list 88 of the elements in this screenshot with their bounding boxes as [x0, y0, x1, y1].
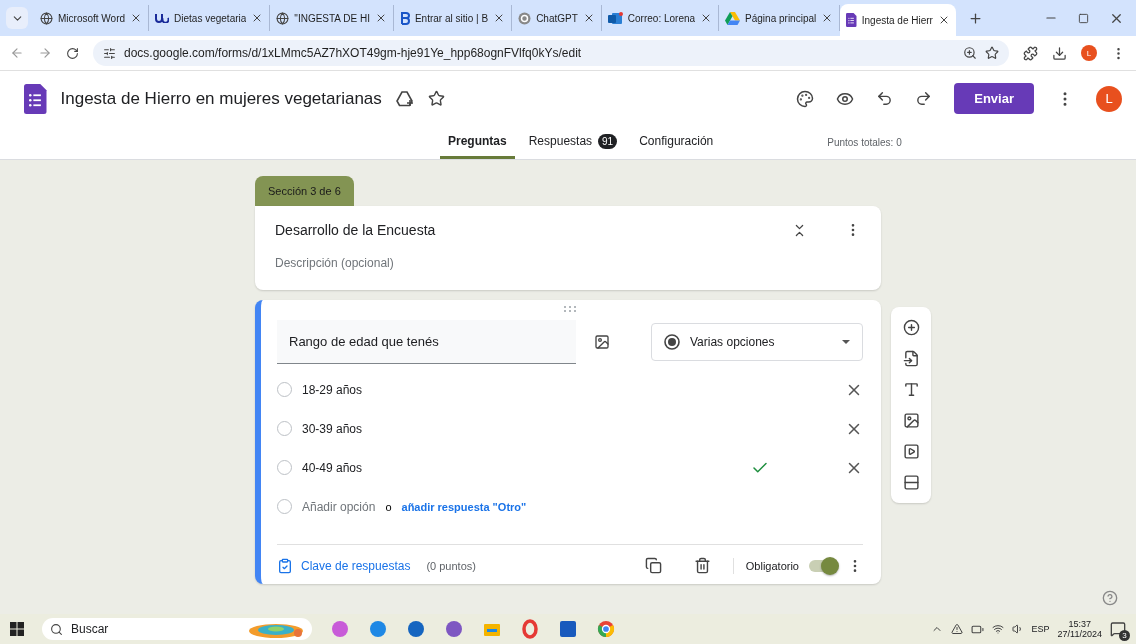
required-label: Obligatorio	[745, 559, 799, 572]
answer-key-icon[interactable]	[277, 557, 293, 574]
browser-tab[interactable]: Ingesta de Hierr	[840, 4, 956, 36]
question-title-field[interactable]: Rango de edad que tenés	[277, 320, 576, 364]
back-icon[interactable]	[10, 46, 24, 60]
app-icon[interactable]	[368, 619, 388, 639]
wifi-icon	[991, 623, 1004, 635]
import-icon[interactable]	[902, 350, 920, 367]
new-tab-icon[interactable]	[967, 10, 983, 26]
image-icon[interactable]	[902, 412, 920, 429]
alert-icon[interactable]	[950, 623, 963, 635]
logo-icon	[518, 11, 532, 25]
section-title[interactable]: Desarrollo de la Encuesta	[275, 222, 782, 238]
site-info-icon	[103, 46, 116, 60]
section-badge: Sección 3 de 6	[255, 176, 354, 206]
profile-avatar[interactable]: L	[1096, 85, 1122, 112]
logo-icon	[399, 11, 410, 25]
forms-logo-icon	[846, 13, 857, 27]
bookmark-star-icon[interactable]	[985, 46, 999, 60]
volume-icon	[1011, 623, 1024, 635]
browser-tab[interactable]: Dietas vegetaria	[149, 5, 271, 31]
profile-avatar[interactable]: L	[1081, 45, 1097, 61]
duplicate-icon[interactable]	[644, 557, 662, 574]
notification-icon[interactable]	[1110, 621, 1126, 637]
total-points: Puntos totales: 0	[827, 137, 902, 148]
app-icon[interactable]	[406, 619, 426, 639]
form-title: Ingesta de Hierro en mujeres vegetarianas	[60, 88, 382, 109]
browser-tab[interactable]: ChatGPT	[512, 5, 602, 31]
app-icon[interactable]	[520, 619, 540, 639]
clock-time: 15:37	[1068, 619, 1092, 629]
form-tab[interactable]: Configuración	[631, 126, 722, 159]
star-icon[interactable]	[427, 90, 445, 107]
option-label[interactable]: 18-29 años	[302, 382, 741, 397]
send-button[interactable]: Enviar	[954, 83, 1034, 114]
drive-icon	[725, 11, 741, 25]
browser-tab[interactable]: "INGESTA DE HI	[270, 5, 394, 31]
help-icon[interactable]	[1102, 590, 1118, 606]
notification-count: 3	[1119, 630, 1130, 641]
trash-icon[interactable]	[693, 557, 711, 574]
search-icon	[50, 622, 63, 636]
forward-icon[interactable]	[38, 46, 52, 60]
maximize-icon[interactable]	[1078, 12, 1089, 24]
count-badge: 91	[598, 133, 618, 149]
add-option-field[interactable]: Añadir opción	[302, 499, 376, 514]
extensions-icon[interactable]	[1023, 45, 1038, 61]
browser-tab[interactable]: Entrar al sitio | B	[393, 5, 513, 31]
app-icon[interactable]	[596, 619, 616, 639]
option-label[interactable]: 40-49 años	[302, 460, 741, 475]
or-text: o	[385, 500, 392, 513]
redo-icon[interactable]	[915, 90, 933, 107]
app-icon[interactable]	[330, 619, 350, 639]
text-icon[interactable]	[902, 381, 920, 398]
clock-date: 27/11/2024	[1057, 629, 1102, 639]
tab-search-button[interactable]	[6, 7, 28, 29]
add-other-link[interactable]: añadir respuesta "Otro"	[401, 500, 527, 513]
undo-icon[interactable]	[876, 90, 894, 107]
video-icon[interactable]	[902, 443, 920, 460]
palette-icon[interactable]	[796, 89, 815, 108]
image-icon[interactable]	[594, 334, 610, 350]
forms-logo-icon	[24, 83, 47, 114]
form-tab[interactable]: Respuestas 91	[520, 126, 626, 159]
add-icon[interactable]	[902, 319, 920, 336]
answer-key-link[interactable]: Clave de respuestas	[301, 558, 411, 573]
reload-icon[interactable]	[66, 46, 79, 60]
app-icon[interactable]	[444, 619, 464, 639]
radio-selected-icon	[664, 334, 680, 350]
language-indicator[interactable]: ESP	[1031, 624, 1050, 634]
globe-icon	[276, 11, 290, 25]
globe-icon	[40, 11, 53, 25]
description-field[interactable]: Descripción (opcional)	[275, 256, 861, 270]
browser-tab[interactable]: Microsoft Word	[34, 5, 150, 31]
taskbar-search[interactable]: Buscar	[42, 618, 312, 640]
required-toggle[interactable]	[809, 559, 837, 572]
drive-add-icon[interactable]	[395, 90, 414, 107]
points-text: (0 puntos)	[426, 559, 477, 572]
section-icon[interactable]	[902, 474, 920, 491]
download-icon[interactable]	[1052, 45, 1067, 61]
option-label[interactable]: 30-39 años	[302, 421, 741, 436]
app-icon[interactable]	[558, 619, 578, 639]
logo-icon	[155, 13, 170, 23]
address-bar[interactable]: docs.google.com/forms/d/1xLMmc5AZ7hXOT49gm-hje91Ye_hpp68ognFVlfq0kYs/edit	[93, 40, 1009, 66]
zoom-icon[interactable]	[963, 46, 977, 60]
browser-tab[interactable]: Correo: Lorena	[601, 5, 720, 31]
form-tab[interactable]: Preguntas	[440, 126, 515, 159]
caret-icon	[842, 340, 850, 344]
question-type-dropdown[interactable]: Varias opciones	[651, 323, 863, 361]
windows-start-icon[interactable]	[10, 622, 24, 636]
mail-app-icon	[607, 11, 623, 25]
